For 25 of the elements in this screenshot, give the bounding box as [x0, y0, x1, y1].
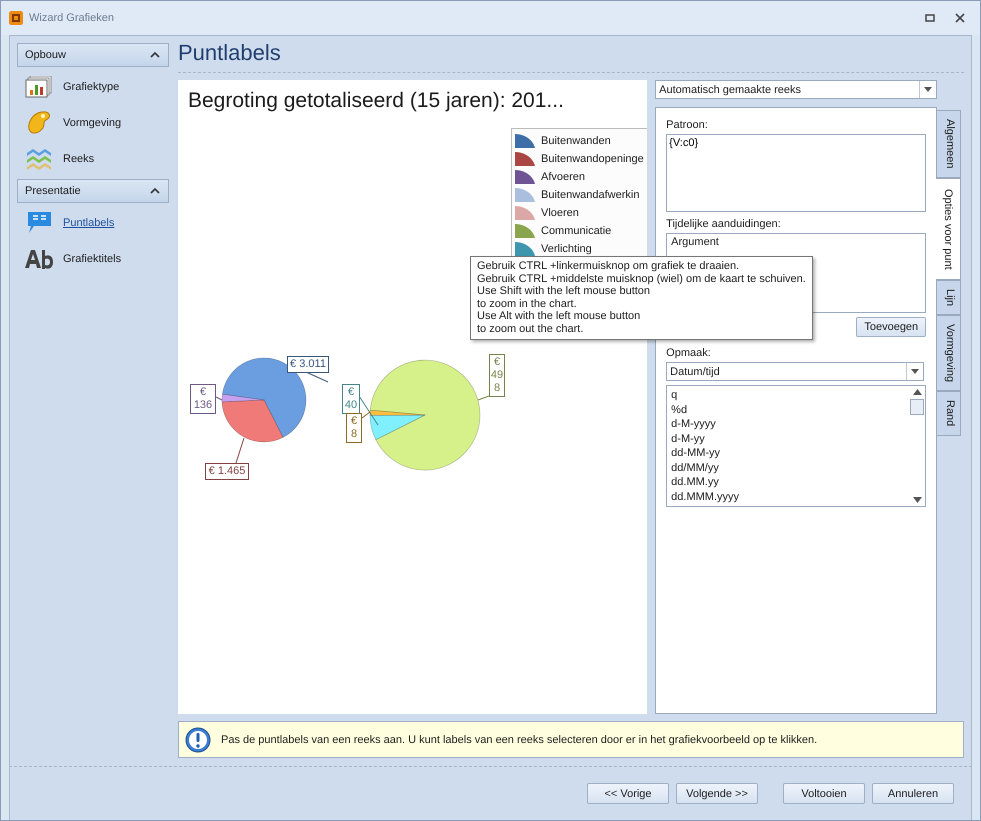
legend-label: Buitenwandafwerkin	[541, 189, 640, 201]
info-text: Pas de puntlabels van een reeks aan. U kunt labels van een reeks selecteren door er in het grafiekvoorbeeld op te klikken.	[221, 734, 818, 746]
data-label: € 1.465	[205, 463, 249, 480]
data-label: € 8	[346, 413, 362, 443]
legend-label: Vloeren	[541, 207, 579, 219]
legend-label: Communicatie	[541, 225, 612, 237]
data-label: € 498	[489, 354, 505, 397]
legend-label: Buitenwandopeninge	[541, 153, 644, 165]
tooltip-line: Use Alt with the left mouse button	[477, 310, 640, 322]
tooltip-line: Gebruik CTRL +linkermuisknop om grafiek te draaien.	[477, 260, 740, 272]
field-label: Patroon:	[666, 119, 709, 131]
tooltip-line: to zoom out the chart.	[477, 322, 584, 335]
legend-label: Verlichting	[541, 243, 592, 255]
data-label: € 136	[190, 384, 216, 414]
legend-label: Afvoeren	[541, 171, 586, 183]
window-title: Wizard Grafieken	[29, 12, 114, 24]
field-label: Opmaak:	[666, 347, 712, 359]
data-label: € 40	[342, 384, 360, 414]
page-title: Puntlabels	[178, 36, 964, 73]
tooltip-line: Gebruik CTRL +middelste muisknop (wiel) om de kaart te schuiven.	[477, 272, 806, 285]
chart-title: Begroting getotaliseerd (15 jaren): 201...	[187, 88, 565, 113]
tooltip-line: Use Shift with the left mouse button	[477, 285, 650, 298]
field-label: Tijdelijke aanduidingen:	[666, 218, 782, 230]
tooltip-line: to zoom in the chart.	[477, 298, 577, 310]
legend-label: Buitenwanden	[541, 135, 611, 147]
